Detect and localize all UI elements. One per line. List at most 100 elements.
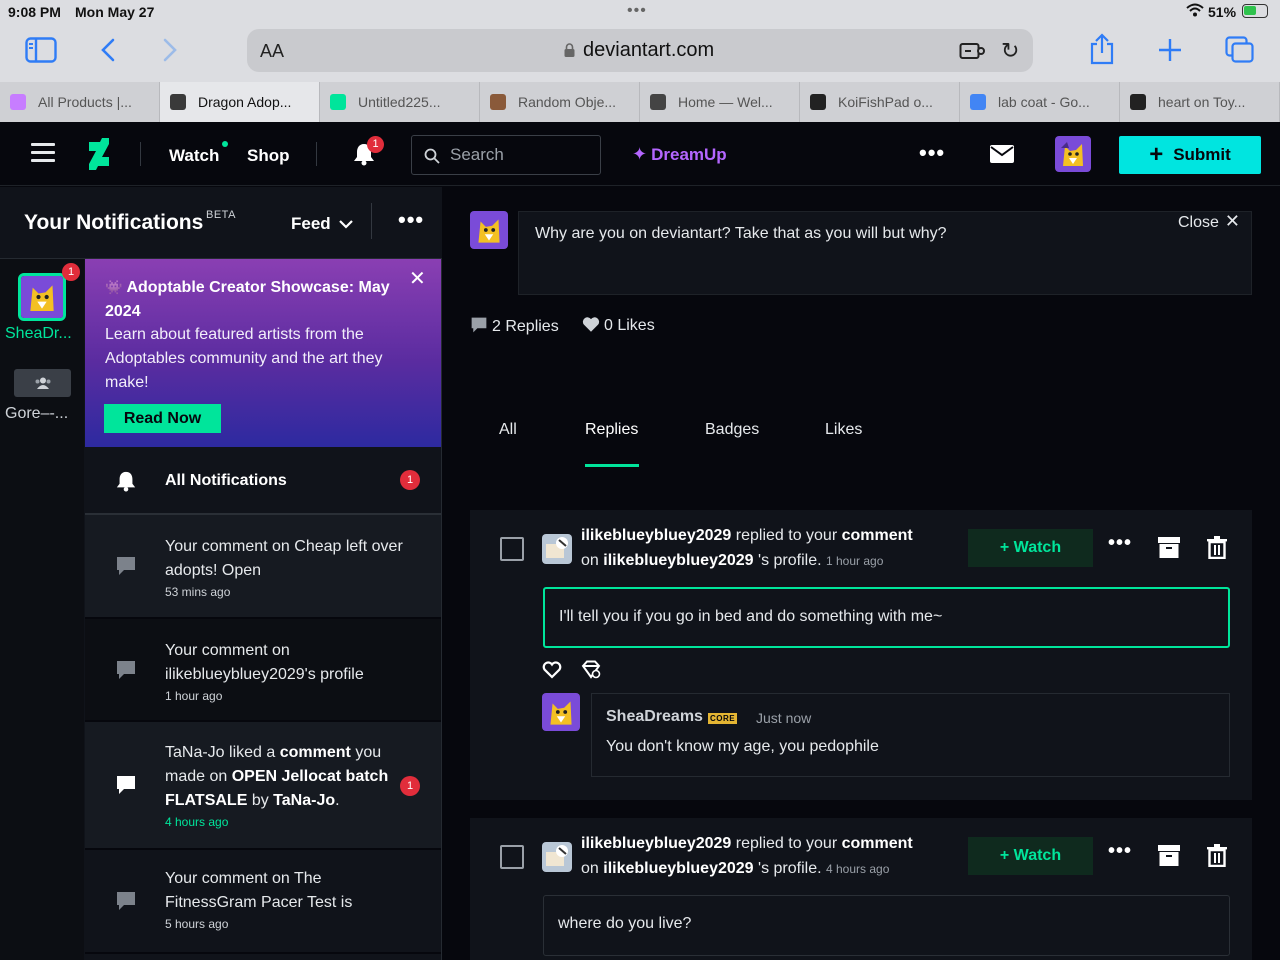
comment-link[interactable]: comment bbox=[280, 744, 351, 761]
select-checkbox[interactable] bbox=[500, 845, 524, 869]
avatar-image bbox=[542, 693, 580, 731]
action-text: liked a bbox=[229, 744, 276, 761]
dreamup-link[interactable]: ✦ DreamUp bbox=[632, 144, 727, 165]
read-now-button[interactable]: Read Now bbox=[104, 404, 221, 433]
notification-item[interactable]: Your comment on Cheap left over adopts! … bbox=[85, 515, 441, 619]
summary-text: on bbox=[581, 552, 599, 569]
tab-all[interactable]: All bbox=[499, 421, 517, 439]
reply-card: ilikeblueybluey2029 replied to your comm… bbox=[470, 510, 1252, 800]
browser-tab[interactable]: KoiFishPad o... bbox=[800, 82, 960, 122]
nav-watch-link[interactable]: Watch bbox=[169, 146, 219, 166]
rail-avatar-sheadreams[interactable] bbox=[18, 273, 66, 321]
new-tab-icon[interactable] bbox=[1158, 38, 1182, 62]
comment-icon bbox=[117, 661, 135, 679]
replier-name[interactable]: ilikeblueybluey2029 bbox=[581, 527, 731, 544]
notification-item[interactable]: Your comment on The FitnessGram Pacer Te… bbox=[85, 850, 441, 954]
replier-name[interactable]: ilikeblueybluey2029 bbox=[581, 835, 731, 852]
feed-dropdown[interactable]: Feed bbox=[291, 214, 353, 234]
promo-title: 👾 Adoptable Creator Showcase: May 2024 bbox=[105, 275, 410, 324]
trash-icon[interactable] bbox=[1207, 844, 1227, 867]
more-options-icon[interactable]: ••• bbox=[1108, 532, 1132, 555]
tab-favicon-icon bbox=[650, 94, 666, 110]
archive-icon[interactable] bbox=[1158, 845, 1180, 867]
watch-button[interactable]: + Watch bbox=[968, 837, 1093, 875]
profile-link[interactable]: ilikeblueybluey2029 bbox=[603, 860, 753, 877]
reload-icon[interactable]: ↻ bbox=[1001, 38, 1019, 64]
trash-icon[interactable] bbox=[1207, 536, 1227, 559]
browser-tab[interactable]: lab coat - Go... bbox=[960, 82, 1120, 122]
gem-award-icon[interactable] bbox=[581, 660, 601, 679]
tab-favicon-icon bbox=[10, 94, 26, 110]
action-text: by bbox=[251, 792, 269, 809]
forward-icon[interactable] bbox=[162, 38, 178, 62]
nav-shop-link[interactable]: Shop bbox=[247, 146, 290, 166]
more-options-icon[interactable]: ••• bbox=[398, 207, 424, 233]
browser-tab[interactable]: All Products |... bbox=[0, 82, 160, 122]
browser-tab[interactable]: Home — Wel... bbox=[640, 82, 800, 122]
comment-icon bbox=[471, 317, 487, 333]
reader-aa-button[interactable]: AA bbox=[260, 41, 284, 62]
browser-tab[interactable]: heart on Toy... bbox=[1120, 82, 1280, 122]
dreamup-label: DreamUp bbox=[651, 145, 727, 164]
my-reply: SheaDreams CORE Just now You don't know … bbox=[591, 693, 1230, 777]
browser-tab[interactable]: Random Obje... bbox=[480, 82, 640, 122]
rail-label-group[interactable]: Gore–-... bbox=[5, 405, 68, 423]
profile-link[interactable]: ilikeblueybluey2029 bbox=[603, 552, 753, 569]
notification-item[interactable]: TaNa-Jo liked a comment you made on OPEN… bbox=[85, 722, 441, 850]
active-tab-indicator bbox=[585, 464, 639, 467]
header-divider bbox=[316, 142, 317, 166]
account-rail: 1 SheaDr... Gore–-... bbox=[0, 259, 84, 960]
notifications-header: Your Notifications BETA Feed ••• bbox=[0, 187, 442, 259]
close-icon[interactable]: ✕ bbox=[409, 269, 426, 289]
replier-avatar[interactable] bbox=[542, 842, 572, 872]
sidebar-toggle-icon[interactable] bbox=[25, 37, 57, 63]
tab-overview-icon[interactable] bbox=[1225, 36, 1255, 64]
search-input[interactable] bbox=[450, 144, 590, 166]
author-link[interactable]: TaNa-Jo bbox=[273, 792, 335, 809]
close-button[interactable]: Close ✕ bbox=[1178, 211, 1240, 232]
heart-icon[interactable] bbox=[542, 661, 562, 679]
browser-tab[interactable]: Untitled225... bbox=[320, 82, 480, 122]
browser-tab[interactable]: Dragon Adop... bbox=[160, 82, 320, 122]
likes-count-label: 0 Likes bbox=[604, 317, 655, 334]
notification-item[interactable]: Your comment on ilikeblueybluey2029's pr… bbox=[85, 619, 441, 722]
archive-icon[interactable] bbox=[1158, 537, 1180, 559]
actor-name[interactable]: TaNa-Jo bbox=[165, 744, 225, 761]
user-avatar[interactable] bbox=[1055, 136, 1091, 172]
tab-replies[interactable]: Replies bbox=[585, 421, 638, 439]
likes-count[interactable]: 0 Likes bbox=[582, 316, 655, 335]
count-badge: 1 bbox=[400, 776, 420, 796]
select-checkbox[interactable] bbox=[500, 537, 524, 561]
author-avatar[interactable] bbox=[470, 211, 508, 249]
notification-message: Your comment on ilikeblueybluey2029's pr… bbox=[165, 642, 364, 683]
address-bar[interactable]: AA deviantart.com ↻ bbox=[247, 29, 1033, 72]
back-icon[interactable] bbox=[100, 38, 116, 62]
promo-title-text: Adoptable Creator Showcase: May 2024 bbox=[105, 279, 390, 320]
search-box[interactable] bbox=[411, 135, 601, 175]
deviantart-logo[interactable] bbox=[88, 138, 110, 170]
mail-icon[interactable] bbox=[990, 145, 1014, 163]
extension-icon[interactable] bbox=[959, 41, 985, 61]
rail-label-sheadreams[interactable]: SheaDr... bbox=[5, 325, 72, 343]
tab-likes[interactable]: Likes bbox=[825, 421, 862, 439]
my-avatar[interactable] bbox=[542, 693, 580, 731]
more-options-icon[interactable]: ••• bbox=[1108, 840, 1132, 863]
watch-button[interactable]: + Watch bbox=[968, 529, 1093, 567]
submit-button[interactable]: + Submit bbox=[1119, 136, 1261, 174]
share-icon[interactable] bbox=[1089, 33, 1115, 65]
rail-group-button[interactable] bbox=[14, 369, 71, 397]
comment-link[interactable]: comment bbox=[842, 527, 913, 544]
my-username[interactable]: SheaDreams bbox=[606, 708, 703, 726]
menu-icon[interactable] bbox=[31, 143, 55, 163]
more-options-icon[interactable]: ••• bbox=[919, 140, 945, 166]
my-reply-time: Just now bbox=[756, 710, 812, 726]
all-notifications-row[interactable]: All Notifications 1 bbox=[85, 447, 441, 515]
replies-count[interactable]: 2 Replies bbox=[470, 316, 559, 336]
watch-new-dot bbox=[222, 141, 228, 147]
ios-status-bar: 9:08 PM Mon May 27 ••• 51% bbox=[0, 0, 1280, 24]
tab-badges[interactable]: Badges bbox=[705, 421, 759, 439]
replier-avatar[interactable] bbox=[542, 534, 572, 564]
tab-label: Untitled225... bbox=[358, 94, 441, 110]
comment-link[interactable]: comment bbox=[842, 835, 913, 852]
multitask-dots-icon[interactable]: ••• bbox=[627, 2, 647, 20]
